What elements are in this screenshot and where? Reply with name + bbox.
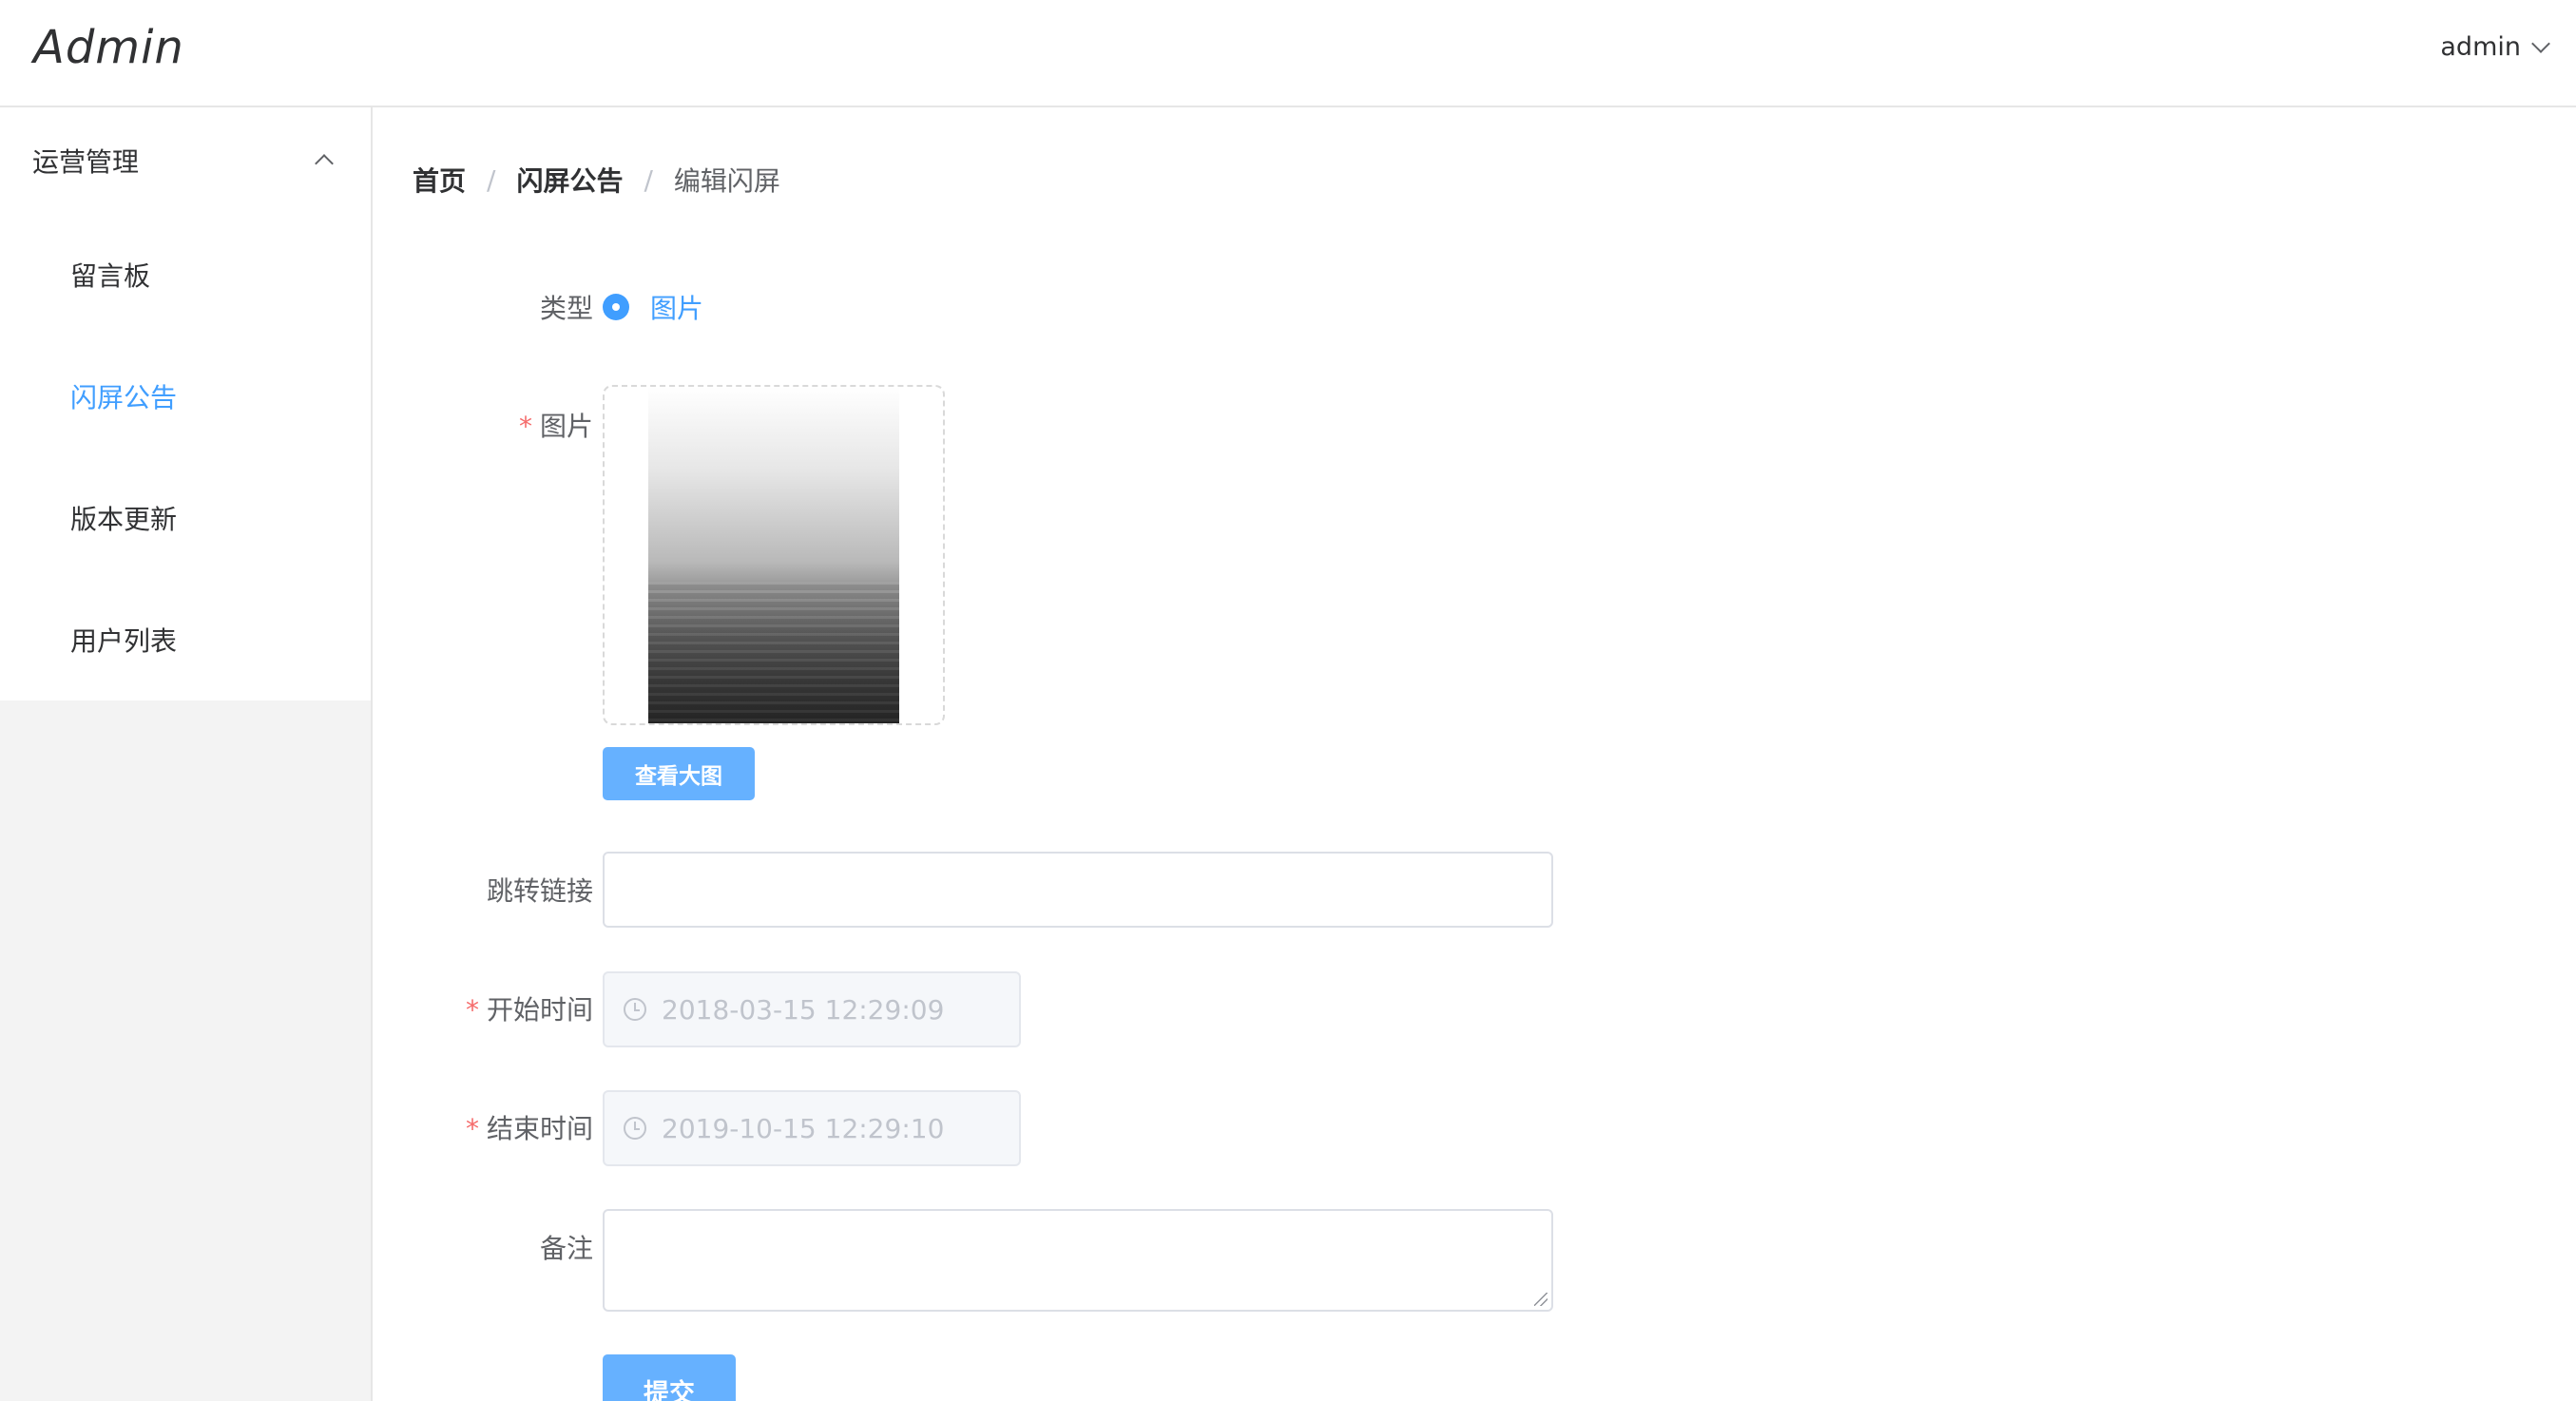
sidebar-item-splash-notice[interactable]: 闪屏公告 xyxy=(0,336,371,457)
breadcrumb-separator: / xyxy=(487,163,496,196)
breadcrumb-separator: / xyxy=(644,163,653,196)
radio-checked-icon xyxy=(603,294,629,320)
sidebar-item-message-board[interactable]: 留言板 xyxy=(0,214,371,336)
link-label-text: 跳转链接 xyxy=(486,875,593,907)
clock-icon xyxy=(624,1117,646,1140)
start-time-picker[interactable]: 2018-03-15 12:29:09 xyxy=(603,971,1021,1047)
resize-handle-icon[interactable] xyxy=(1534,1293,1548,1306)
required-mark: * xyxy=(465,994,479,1026)
submenu-title-label: 运营管理 xyxy=(32,146,140,178)
sidebar: 运营管理 留言板 闪屏公告 版本更新 用户列表 xyxy=(0,107,373,1401)
link-input[interactable] xyxy=(603,852,1553,928)
main-content: 首页 / 闪屏公告 / 编辑闪屏 类型 图片 * 图片 查看大图 跳转链接 * 开始… xyxy=(375,107,2576,1401)
app-logo: Admin xyxy=(33,21,184,74)
link-label: 跳转链接 xyxy=(375,871,593,909)
end-time-picker[interactable]: 2019-10-15 12:29:10 xyxy=(603,1090,1021,1166)
start-time-value: 2018-03-15 12:29:09 xyxy=(662,993,945,1026)
breadcrumb-edit-splash: 编辑闪屏 xyxy=(673,165,780,197)
sea-waves-image xyxy=(648,582,899,723)
submenu-operations[interactable]: 运营管理 xyxy=(0,107,371,214)
sidebar-item-label: 闪屏公告 xyxy=(70,382,178,413)
user-name: admin xyxy=(2440,32,2521,62)
submit-button[interactable]: 提交 xyxy=(603,1354,736,1401)
sidebar-item-label: 留言板 xyxy=(70,260,151,292)
clock-icon xyxy=(624,998,646,1021)
breadcrumb: 首页 / 闪屏公告 / 编辑闪屏 xyxy=(413,161,780,199)
breadcrumb-home[interactable]: 首页 xyxy=(413,161,466,199)
view-large-image-button[interactable]: 查看大图 xyxy=(603,747,755,800)
type-label-text: 类型 xyxy=(539,293,593,324)
top-header: Admin admin xyxy=(0,0,2576,107)
end-time-label: * 结束时间 xyxy=(375,1108,593,1146)
image-label-text: 图片 xyxy=(539,411,593,442)
chevron-down-icon xyxy=(2531,33,2550,53)
image-uploader[interactable] xyxy=(603,385,945,725)
remark-label: 备注 xyxy=(375,1228,593,1266)
breadcrumb-splash-notice[interactable]: 闪屏公告 xyxy=(516,161,623,199)
required-mark: * xyxy=(518,411,532,442)
image-preview xyxy=(648,387,899,723)
end-time-label-text: 结束时间 xyxy=(486,1113,593,1144)
required-mark: * xyxy=(465,1113,479,1144)
sidebar-item-user-list[interactable]: 用户列表 xyxy=(0,579,371,700)
radio-label: 图片 xyxy=(650,293,704,324)
sidebar-menu: 运营管理 留言板 闪屏公告 版本更新 用户列表 xyxy=(0,107,371,700)
sidebar-item-label: 用户列表 xyxy=(70,625,178,657)
sidebar-item-label: 版本更新 xyxy=(70,504,178,535)
type-radio-image[interactable]: 图片 xyxy=(603,288,703,326)
start-time-label: * 开始时间 xyxy=(375,989,593,1027)
type-label: 类型 xyxy=(375,288,593,326)
image-label: * 图片 xyxy=(375,406,593,444)
sidebar-item-version-update[interactable]: 版本更新 xyxy=(0,457,371,579)
end-time-value: 2019-10-15 12:29:10 xyxy=(662,1112,945,1144)
chevron-up-icon xyxy=(315,154,334,173)
remark-label-text: 备注 xyxy=(539,1233,593,1264)
remark-textarea[interactable] xyxy=(603,1209,1553,1312)
user-dropdown[interactable]: admin xyxy=(2440,32,2550,62)
start-time-label-text: 开始时间 xyxy=(486,994,593,1026)
